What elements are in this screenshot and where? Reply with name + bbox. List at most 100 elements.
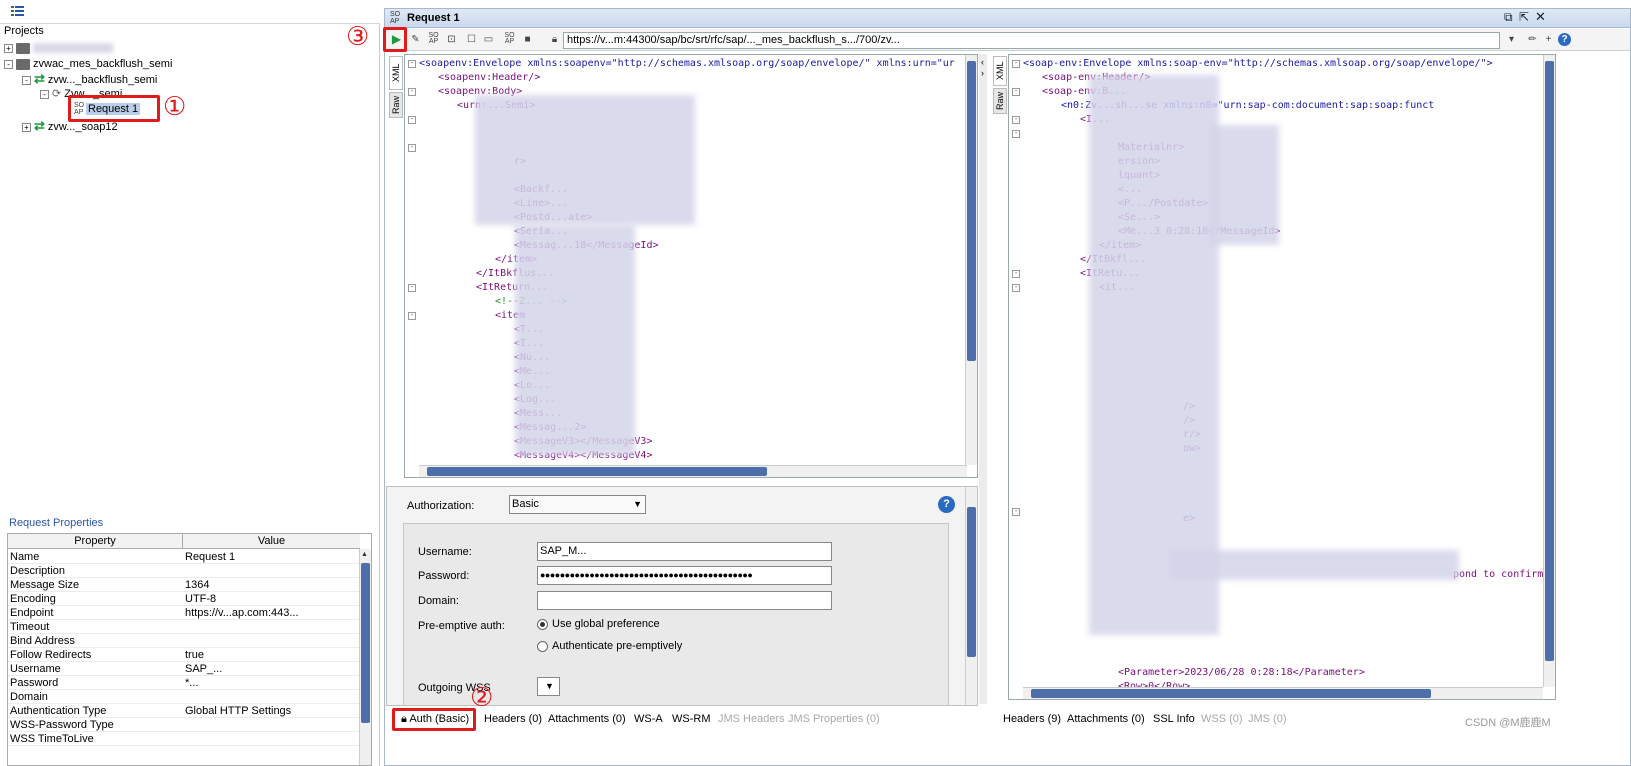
fold-icon[interactable]: - (1012, 88, 1020, 96)
request-hscrollbar[interactable] (419, 465, 967, 477)
radio-icon[interactable] (537, 618, 548, 630)
fold-icon[interactable]: - (1012, 130, 1020, 138)
authorization-select[interactable]: Basic ▼ (509, 495, 646, 514)
radio-authenticate-preemptively[interactable]: Authenticate pre-emptively (537, 640, 682, 652)
property-row[interactable]: Authentication Type Global HTTP Settings (8, 704, 360, 718)
collapse-left-icon[interactable]: ‹ (981, 57, 984, 67)
tab-response-attachments[interactable]: Attachments (0) (1067, 712, 1145, 727)
fold-icon[interactable]: - (408, 116, 416, 124)
scroll-thumb[interactable] (427, 467, 767, 476)
dropdown-arrow-icon[interactable]: ▾ (1505, 33, 1518, 46)
fold-icon[interactable]: - (408, 60, 416, 68)
add-icon[interactable]: + (1542, 33, 1555, 46)
radio-icon[interactable] (537, 640, 548, 652)
fold-icon[interactable]: - (1012, 116, 1020, 124)
property-row[interactable]: Follow Redirects true (8, 648, 360, 662)
collapse-icon[interactable]: - (4, 59, 13, 69)
maximize-icon[interactable]: ⇱ (1519, 10, 1529, 24)
property-row[interactable]: Domain (8, 690, 360, 704)
soap-action-icon[interactable]: SO AP (503, 32, 516, 46)
scroll-thumb[interactable] (361, 563, 370, 723)
expand-icon[interactable]: + (4, 43, 13, 53)
scroll-thumb[interactable] (1545, 61, 1554, 661)
tree-interface[interactable]: - ⇄ zvw..._backflush_semi (22, 71, 157, 87)
property-row[interactable]: Timeout (8, 620, 360, 634)
property-row[interactable]: Username SAP_... (8, 662, 360, 676)
tab-attachments[interactable]: Attachments (0) (548, 712, 626, 727)
tab-wss[interactable]: WSS (0) (1201, 712, 1243, 727)
stop-icon[interactable]: ■ (521, 33, 534, 46)
help-icon[interactable]: ? (938, 496, 955, 513)
tab-headers[interactable]: Headers (0) (484, 712, 542, 727)
property-row[interactable]: WSS TimeToLive (8, 732, 360, 746)
props-scrollbar[interactable]: ▲ (359, 549, 371, 765)
property-row[interactable]: Name Request 1 (8, 550, 360, 564)
outgoing-wss-select[interactable]: ▼ (537, 677, 560, 696)
tab-jms-headers[interactable]: JMS Headers (718, 712, 785, 727)
property-value[interactable]: https://v...ap.com:443... (185, 606, 360, 620)
property-row[interactable]: Encoding UTF-8 (8, 592, 360, 606)
fold-icon[interactable]: - (408, 144, 416, 152)
column-header-value[interactable]: Value (183, 534, 360, 549)
scroll-thumb[interactable] (1031, 689, 1431, 698)
tree-project-2[interactable]: - zvwac_mes_backflush_semi (4, 56, 172, 72)
list-view-icon[interactable] (11, 6, 24, 16)
column-header-property[interactable]: Property (8, 534, 183, 549)
collapse-right-icon[interactable]: › (981, 68, 984, 78)
response-xml-editor[interactable]: <soap-env:Envelope xmlns:soap-env="http:… (1008, 54, 1556, 700)
property-row[interactable]: WSS-Password Type (8, 718, 360, 732)
scroll-thumb[interactable] (967, 507, 976, 657)
format-xml-icon[interactable]: ⊡ (445, 33, 458, 46)
fold-icon[interactable]: - (1012, 508, 1020, 516)
property-row[interactable]: Message Size 1364 (8, 578, 360, 592)
tab-jms-properties[interactable]: JMS Properties (0) (788, 712, 880, 727)
restore-icon[interactable]: ⧉ (1504, 10, 1513, 25)
property-value[interactable]: Request 1 (185, 550, 360, 564)
tab-raw[interactable]: Raw (389, 92, 403, 118)
fold-icon[interactable]: - (1012, 60, 1020, 68)
tile-editors-icon[interactable]: ☐ (465, 33, 478, 46)
property-value[interactable]: SAP_... (185, 662, 360, 676)
help-icon[interactable]: ? (1558, 33, 1571, 46)
scroll-up-icon[interactable]: ▲ (361, 551, 368, 558)
tab-xml[interactable]: XML (389, 56, 403, 90)
fold-icon[interactable]: - (408, 312, 416, 320)
property-row[interactable]: Password *... (8, 676, 360, 690)
request-vscrollbar[interactable] (965, 55, 977, 465)
property-value[interactable]: Global HTTP Settings (185, 704, 360, 718)
property-value[interactable]: 1364 (185, 578, 360, 592)
endpoint-url-input[interactable]: https://v...m:44300/sap/bc/srt/rfc/sap/.… (563, 32, 1500, 49)
fold-icon[interactable]: - (1012, 284, 1020, 292)
cancel-request-icon[interactable]: ✎ (409, 33, 422, 46)
radio-use-global-preference[interactable]: Use global preference (537, 618, 660, 630)
property-row[interactable]: Endpoint https://v...ap.com:443... (8, 606, 360, 620)
fold-icon[interactable]: - (1012, 270, 1020, 278)
request-xml-editor[interactable]: <soapenv:Envelope xmlns:soapenv="http://… (404, 54, 978, 478)
response-hscrollbar[interactable] (1023, 687, 1543, 699)
tab-ws-rm[interactable]: WS-RM (672, 712, 711, 727)
close-icon[interactable]: ✕ (1535, 9, 1546, 25)
property-value[interactable]: *... (185, 676, 360, 690)
fold-icon[interactable]: - (408, 88, 416, 96)
tab-response-headers[interactable]: Headers (9) (1003, 712, 1061, 727)
edit-endpoints-icon[interactable]: ✏ (1526, 33, 1539, 46)
domain-field[interactable] (537, 591, 832, 610)
tab-ws-a[interactable]: WS-A (634, 712, 663, 727)
collapse-icon[interactable]: - (22, 75, 31, 85)
password-field[interactable]: ●●●●●●●●●●●●●●●●●●●●●●●●●●●●●●●●●●●●●●●●… (537, 566, 832, 585)
splitter[interactable] (979, 54, 987, 704)
tab-ssl-info[interactable]: SSL Info (1153, 712, 1195, 727)
create-empty-request-icon[interactable]: SO AP (427, 32, 440, 46)
response-vscrollbar[interactable] (1543, 55, 1555, 687)
scroll-thumb[interactable] (967, 61, 976, 361)
tab-xml-response[interactable]: XML (993, 56, 1007, 86)
collapse-icon[interactable]: - (40, 89, 49, 99)
property-row[interactable]: Bind Address (8, 634, 360, 648)
property-value[interactable]: true (185, 648, 360, 662)
username-field[interactable]: SAP_M... (537, 542, 832, 561)
property-row[interactable]: Description (8, 564, 360, 578)
expand-icon[interactable]: + (22, 122, 31, 132)
property-value[interactable]: UTF-8 (185, 592, 360, 606)
tree-project-1[interactable]: + (4, 40, 113, 56)
auth-vscrollbar[interactable] (965, 487, 977, 705)
